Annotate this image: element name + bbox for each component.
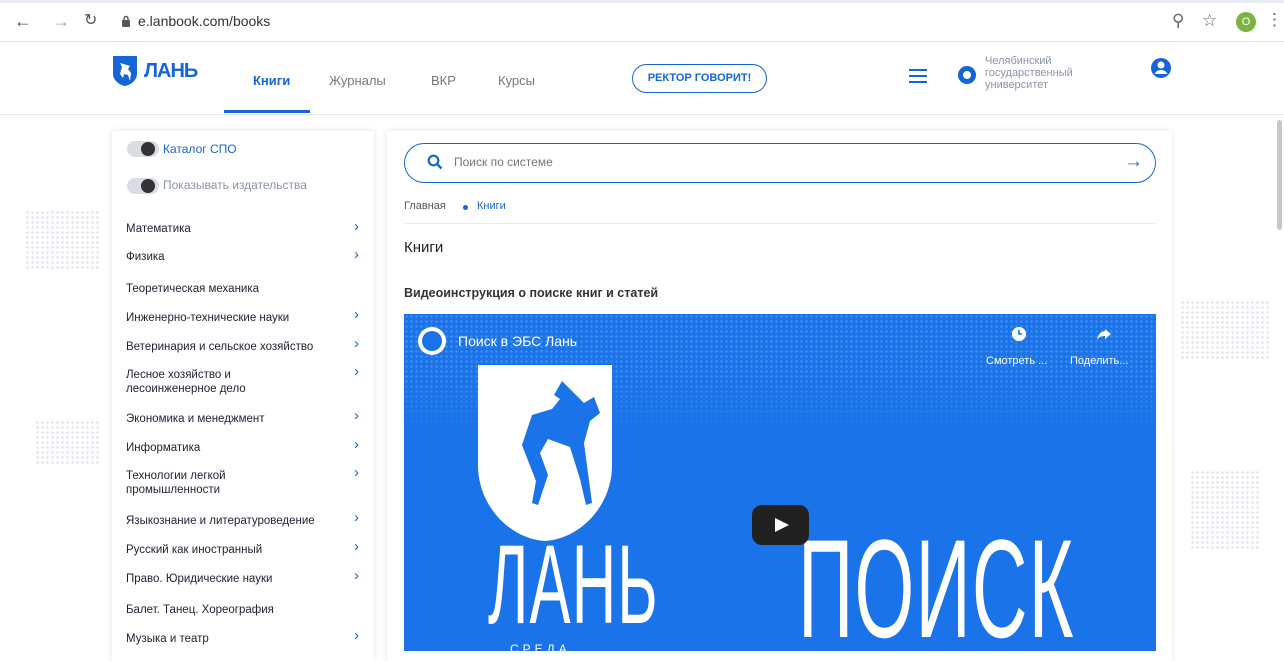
breadcrumb-home[interactable]: Главная	[404, 200, 446, 212]
chevron-right-icon[interactable]: ›	[354, 464, 359, 481]
poisk-big-text: ПОИСК	[798, 510, 1075, 652]
chevron-right-icon[interactable]: ›	[354, 567, 359, 584]
category-item[interactable]: Лесное хозяйство и лесоинженерное дело	[126, 368, 286, 396]
university-line: университет	[985, 79, 1049, 91]
eye-icon	[958, 66, 976, 84]
chevron-right-icon[interactable]: ›	[354, 407, 359, 424]
spo-catalog-toggle[interactable]	[127, 141, 159, 157]
chevron-right-icon[interactable]: ›	[354, 246, 359, 263]
chevron-right-icon[interactable]: ›	[354, 335, 359, 352]
search-submit-arrow-icon[interactable]: →	[1124, 151, 1143, 173]
category-item[interactable]: Языкознание и литературоведение	[126, 514, 336, 528]
reload-icon[interactable]: ↻	[84, 12, 97, 30]
page-scrollbar[interactable]	[1277, 120, 1282, 230]
category-item[interactable]: Экономика и менеджмент	[126, 412, 336, 426]
share-icon[interactable]	[1096, 326, 1112, 342]
category-item[interactable]: Русский как иностранный	[126, 543, 336, 557]
category-item[interactable]: Технологии легкой промышленности	[126, 469, 286, 497]
bookmark-star-icon[interactable]: ☆	[1202, 11, 1217, 31]
nav-journals[interactable]: Журналы	[329, 73, 386, 88]
share-label[interactable]: Поделить...	[1070, 355, 1128, 367]
menu-icon[interactable]	[909, 69, 927, 83]
spo-catalog-label[interactable]: Каталог СПО	[163, 142, 237, 156]
show-publishers-label[interactable]: Показывать издательства	[163, 178, 307, 192]
university-name[interactable]: Челябинский государственный университет	[985, 55, 1125, 91]
video-heading: Видеоинструкция о поиске книг и статей	[404, 286, 659, 300]
nav-active-indicator	[224, 110, 310, 113]
category-item[interactable]: Физика	[126, 250, 336, 264]
category-item[interactable]: Балет. Танец. Хореография	[126, 603, 336, 617]
breadcrumb-separator	[463, 205, 468, 210]
nav-courses[interactable]: Курсы	[498, 73, 535, 88]
search-input[interactable]	[454, 155, 1054, 169]
lan-big-text: ЛАНЬ	[488, 522, 659, 647]
chevron-right-icon[interactable]: ›	[354, 509, 359, 526]
sreda-text: СРЕДА	[510, 642, 571, 651]
category-item[interactable]: Математика	[126, 222, 336, 236]
address-bar[interactable]: e.lanbook.com/books	[138, 13, 270, 29]
clock-icon[interactable]	[1011, 326, 1027, 342]
show-publishers-toggle[interactable]	[127, 178, 159, 194]
nav-books[interactable]: Книги	[253, 73, 290, 88]
chevron-right-icon[interactable]: ›	[354, 218, 359, 235]
browser-toolbar: ← → ↻ e.lanbook.com/books ⚲ ☆ O ⋮	[0, 0, 1284, 42]
play-button[interactable]	[752, 505, 809, 545]
category-item[interactable]: Музыка и театр	[126, 632, 336, 646]
back-icon[interactable]: ←	[14, 12, 32, 30]
user-account-icon[interactable]	[1150, 57, 1172, 79]
chevron-right-icon[interactable]: ›	[354, 306, 359, 323]
nav-vkr[interactable]: ВКР	[431, 73, 456, 88]
divider	[404, 223, 1156, 224]
chevron-right-icon[interactable]: ›	[354, 436, 359, 453]
page-title: Книги	[404, 239, 444, 256]
zoom-icon[interactable]: ⚲	[1172, 11, 1184, 31]
category-item[interactable]: Ветеринария и сельское хозяйство	[126, 340, 336, 354]
forward-icon[interactable]: →	[52, 12, 70, 30]
watch-later-label[interactable]: Смотреть ...	[986, 355, 1047, 367]
logo-text[interactable]: ЛАНЬ	[144, 60, 198, 83]
lan-shield-logo-icon	[478, 365, 612, 541]
search-icon[interactable]	[427, 154, 443, 170]
rektor-button[interactable]: РЕКТОР ГОВОРИТ!	[632, 64, 767, 93]
lock-icon	[122, 15, 130, 27]
chevron-right-icon[interactable]: ›	[354, 538, 359, 555]
category-item[interactable]: Право. Юридические науки	[126, 572, 336, 586]
chevron-right-icon[interactable]: ›	[354, 363, 359, 380]
category-item[interactable]: Информатика	[126, 441, 336, 455]
background-pattern	[35, 420, 100, 465]
university-line: Челябинский	[985, 55, 1052, 67]
background-pattern	[1180, 300, 1270, 360]
background-pattern	[1190, 470, 1260, 550]
video-title[interactable]: Поиск в ЭБС Лань	[458, 333, 577, 349]
browser-menu-icon[interactable]: ⋮	[1266, 10, 1283, 30]
breadcrumb-current: Книги	[477, 200, 506, 212]
profile-avatar[interactable]: O	[1236, 12, 1256, 32]
category-item[interactable]: Теоретическая механика	[126, 282, 336, 296]
category-item[interactable]: Инженерно-технические науки	[126, 311, 336, 325]
university-line: государственный	[985, 67, 1073, 79]
chevron-right-icon[interactable]: ›	[354, 627, 359, 644]
browser-tabstrip-edge	[0, 0, 1284, 3]
video-player[interactable]: Поиск в ЭБС Лань Смотреть ... Поделить..…	[404, 314, 1156, 651]
channel-avatar[interactable]	[418, 327, 446, 355]
background-pattern	[25, 210, 100, 270]
lan-logo-icon[interactable]	[112, 55, 138, 87]
